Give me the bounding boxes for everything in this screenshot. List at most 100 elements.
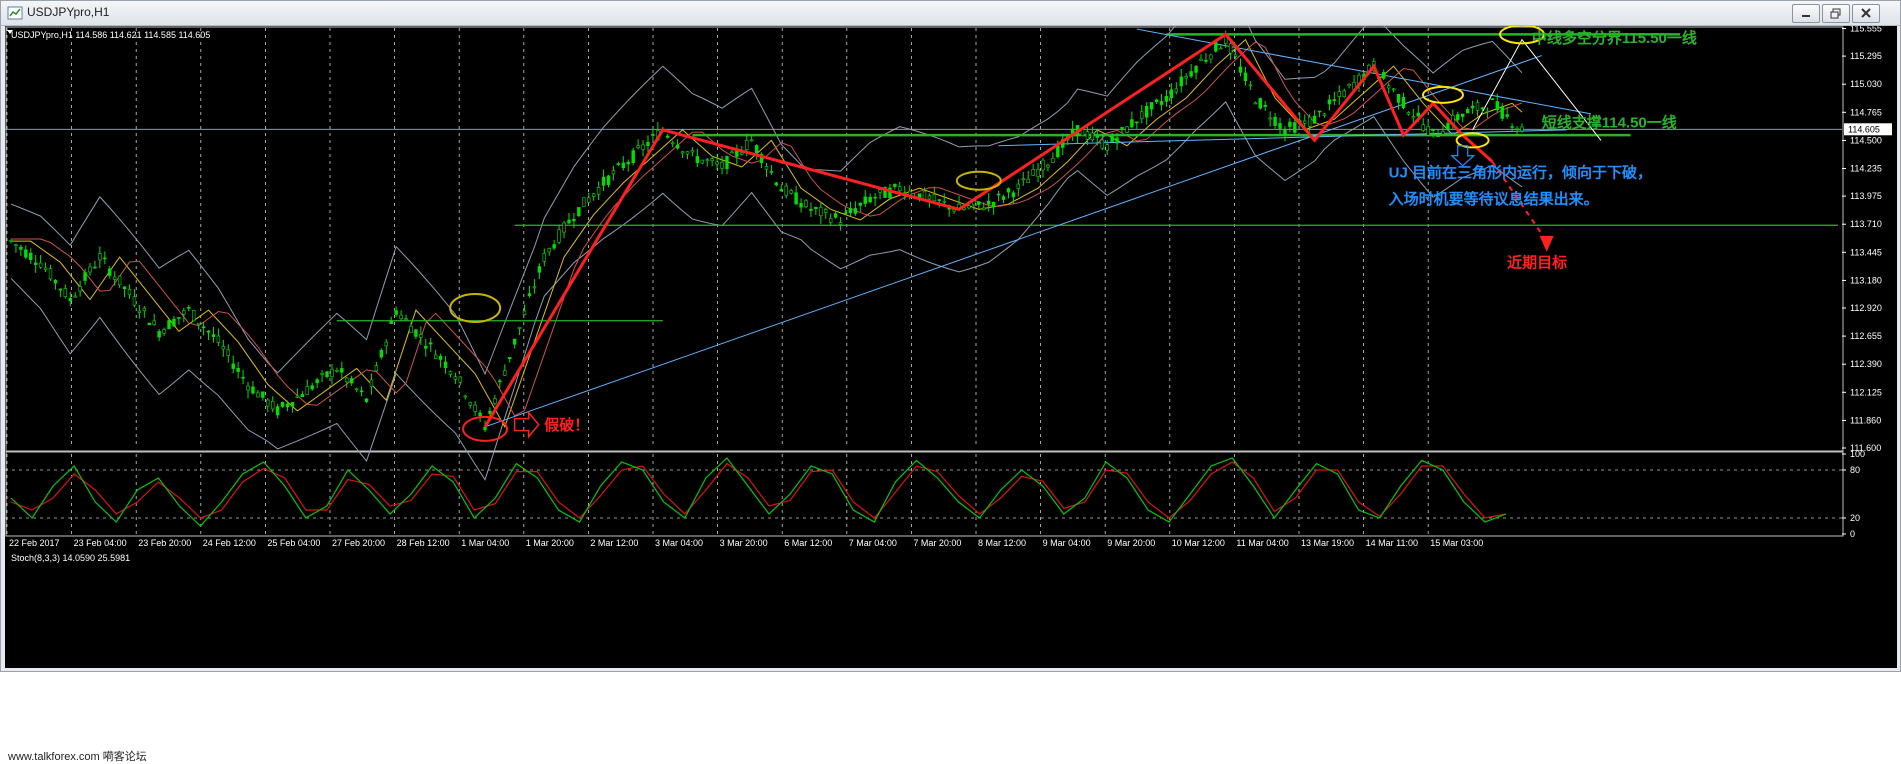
chart-annotation: 假破！ bbox=[544, 416, 589, 434]
candle-body bbox=[98, 253, 102, 261]
time-tick-label: 3 Mar 20:00 bbox=[720, 538, 768, 548]
candle-body bbox=[177, 317, 181, 319]
candle-body bbox=[359, 390, 364, 393]
candle-body bbox=[986, 200, 991, 205]
candle-body bbox=[1446, 123, 1450, 130]
candle-body bbox=[1154, 99, 1159, 103]
restore-icon bbox=[1830, 8, 1841, 19]
candle-body bbox=[1026, 178, 1030, 184]
time-tick-label: 9 Mar 04:00 bbox=[1043, 538, 1091, 548]
candle-body bbox=[690, 150, 695, 153]
candle-body bbox=[1199, 58, 1203, 61]
yellow-ellipse bbox=[955, 170, 1002, 191]
maximize-button[interactable] bbox=[1822, 4, 1850, 23]
candle-body bbox=[828, 218, 833, 223]
candle-body bbox=[1184, 76, 1188, 79]
down-arrow-icon bbox=[1450, 145, 1476, 167]
candle-body bbox=[532, 286, 537, 289]
candle-body bbox=[142, 307, 147, 312]
candle-body bbox=[1411, 116, 1416, 119]
price-tick-label: 112.655 bbox=[1850, 331, 1882, 341]
candle-body bbox=[893, 183, 897, 187]
candle-body bbox=[1396, 94, 1401, 103]
candle-body bbox=[231, 363, 235, 369]
candle-body bbox=[63, 288, 68, 297]
price-chart[interactable]: 中线多空分界115.50一线短线支撑114.50一线 UJ 目前在三角形内运行，倾… bbox=[5, 0, 1897, 668]
candle-body bbox=[14, 244, 18, 246]
candle-body bbox=[508, 357, 512, 360]
candle-body bbox=[537, 266, 542, 273]
time-tick-label: 10 Mar 12:00 bbox=[1172, 538, 1225, 548]
candle-body bbox=[848, 208, 853, 214]
time-tick-label: 7 Mar 20:00 bbox=[913, 538, 961, 548]
candle-body bbox=[453, 376, 458, 380]
time-tick-label: 23 Feb 20:00 bbox=[138, 538, 191, 548]
ascending-trendline bbox=[484, 55, 1542, 428]
candle-body bbox=[587, 197, 591, 203]
candle-body bbox=[1475, 102, 1480, 111]
candle-body bbox=[350, 378, 354, 384]
candle-body bbox=[1248, 84, 1253, 87]
candle-body bbox=[1268, 117, 1272, 120]
candle-body bbox=[379, 349, 384, 358]
candle-body bbox=[1283, 129, 1287, 136]
candle-body bbox=[1406, 112, 1411, 115]
candle-body bbox=[478, 412, 482, 417]
candle-body bbox=[720, 161, 724, 169]
candle-body bbox=[1149, 102, 1154, 110]
candle-body bbox=[542, 253, 546, 262]
candle-body bbox=[774, 182, 779, 186]
candle-body bbox=[458, 376, 463, 383]
stochastic-oscillator: 100 80 20 0 bbox=[5, 449, 1865, 539]
candle-body bbox=[261, 391, 265, 398]
candle-body bbox=[982, 207, 986, 210]
candle-body bbox=[448, 371, 453, 375]
candle-body bbox=[354, 388, 359, 391]
candle-body bbox=[833, 213, 838, 218]
price-tick-label: 115.295 bbox=[1850, 51, 1882, 61]
stoch-tick-label: 20 bbox=[1850, 513, 1860, 523]
zigzag-line bbox=[483, 32, 1494, 428]
candle-body bbox=[73, 295, 77, 298]
candle-body bbox=[374, 365, 379, 372]
candle-body bbox=[799, 203, 803, 208]
candle-body bbox=[211, 334, 216, 337]
candle-body bbox=[236, 367, 240, 372]
candle-body bbox=[730, 151, 734, 154]
candle-body bbox=[1441, 131, 1445, 135]
chart-annotation: UJ 目前在三角形内运行，倾向于下破， bbox=[1389, 164, 1652, 182]
price-tick-label: 113.975 bbox=[1850, 191, 1882, 201]
candle-body bbox=[1169, 89, 1174, 98]
candle-body bbox=[1278, 123, 1282, 129]
price-axis: 115.555 115.295 115.030 114.765 114.500 114.2… bbox=[1842, 24, 1892, 453]
candle-body bbox=[1307, 116, 1312, 127]
candle-body bbox=[1125, 126, 1129, 133]
candle-body bbox=[749, 139, 754, 142]
footer-watermark: www.talkforex.com 嗬客论坛 bbox=[8, 751, 147, 763]
chart-area[interactable]: 中线多空分界115.50一线 短线支撑114.50一线 UJ 目前在三角形内运行，倾… bbox=[5, 0, 1897, 668]
candle-body bbox=[58, 288, 63, 291]
candle-body bbox=[858, 202, 863, 206]
candle-body bbox=[330, 368, 334, 377]
candle-body bbox=[1258, 98, 1262, 109]
time-tick-label: 6 Mar 12:00 bbox=[784, 538, 832, 548]
close-button[interactable] bbox=[1852, 4, 1880, 23]
candle-body bbox=[670, 142, 675, 145]
candle-body bbox=[853, 208, 858, 214]
candle-body bbox=[1470, 105, 1475, 109]
candle-body bbox=[83, 272, 87, 281]
candle-body bbox=[1327, 99, 1332, 105]
price-tick-label: 112.920 bbox=[1850, 303, 1882, 313]
candle-body bbox=[419, 334, 423, 338]
candle-body bbox=[1036, 169, 1040, 178]
candle-body bbox=[24, 249, 28, 258]
chart-grid bbox=[5, 26, 1844, 537]
minimize-button[interactable] bbox=[1792, 4, 1820, 23]
candle-body bbox=[1500, 106, 1504, 119]
candle-body bbox=[1416, 112, 1420, 117]
candle-body bbox=[53, 280, 58, 284]
candle-body bbox=[503, 370, 507, 376]
candle-body bbox=[695, 156, 700, 163]
candle-body bbox=[78, 286, 82, 292]
time-tick-label: 14 Mar 11:00 bbox=[1366, 538, 1418, 548]
